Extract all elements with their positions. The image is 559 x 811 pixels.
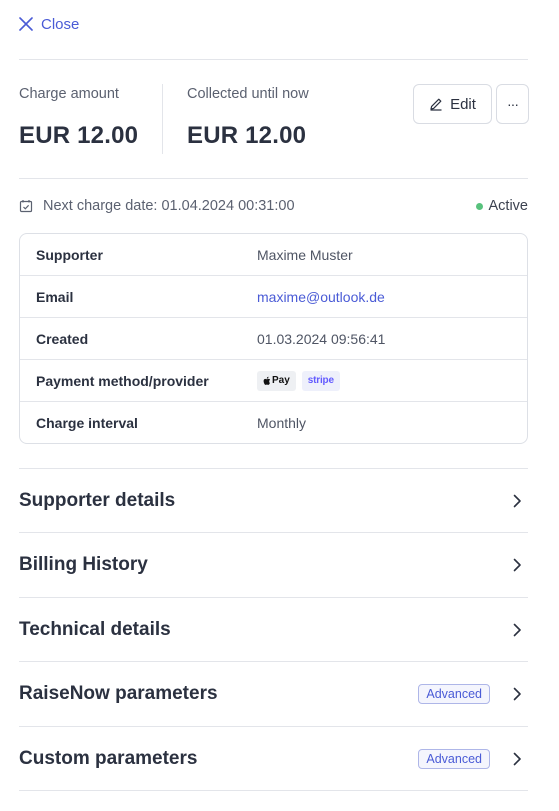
section-custom-parameters[interactable]: Custom parameters Advanced	[19, 727, 528, 791]
collected-label: Collected until now	[187, 86, 309, 102]
apple-pay-icon: Pay	[257, 370, 296, 391]
calendar-check-icon	[19, 200, 33, 213]
section-technical-details[interactable]: Technical details	[19, 598, 528, 662]
collected-value: EUR 12.00	[187, 122, 307, 149]
stripe-label: stripe	[307, 375, 334, 386]
section-title: Billing History	[19, 554, 148, 575]
apple-logo-icon	[263, 376, 271, 385]
stripe-icon: stripe	[301, 370, 340, 391]
chevron-right-icon	[513, 752, 521, 766]
table-row: Payment method/provider Pay stripe	[20, 360, 527, 402]
charge-amount-block: Charge amount EUR 12.00	[19, 86, 138, 150]
row-key: Email	[36, 288, 74, 305]
edit-label: Edit	[450, 95, 476, 113]
row-key: Payment method/provider	[36, 372, 209, 389]
collected-block: Collected until now EUR 12.00	[187, 86, 309, 150]
charge-interval-value: Monthly	[257, 415, 307, 431]
chevron-right-icon	[513, 687, 521, 701]
section-title: Technical details	[19, 619, 171, 640]
divider	[19, 178, 528, 179]
table-row: Created 01.03.2024 09:56:41	[20, 318, 527, 360]
pencil-icon	[430, 98, 442, 111]
row-key: Charge interval	[36, 415, 138, 431]
more-icon: ···	[507, 96, 519, 112]
status-dot-icon	[475, 202, 483, 210]
more-options-button[interactable]: ···	[496, 84, 529, 124]
table-row: Supporter Maxime Muster	[20, 234, 527, 276]
charge-amount-label: Charge amount	[19, 86, 119, 102]
close-button[interactable]: Close	[19, 14, 79, 34]
section-raisenow-parameters[interactable]: RaiseNow parameters Advanced	[19, 662, 528, 726]
divider	[19, 59, 528, 60]
divider	[19, 790, 528, 791]
supporter-name: Maxime Muster	[257, 246, 353, 263]
section-billing-history[interactable]: Billing History	[19, 533, 528, 597]
section-title: RaiseNow parameters	[19, 683, 218, 704]
next-charge-text: Next charge date: 01.04.2024 00:31:00	[43, 198, 295, 214]
section-title: Supporter details	[19, 490, 176, 511]
close-label: Close	[41, 15, 80, 33]
payment-method-icons: Pay stripe	[257, 370, 340, 391]
status-badge: Active	[475, 198, 529, 214]
advanced-badge: Advanced	[418, 749, 490, 769]
row-key: Created	[36, 330, 89, 347]
row-key: Supporter	[36, 246, 103, 263]
email-link[interactable]: maxime@outlook.de	[257, 289, 385, 305]
table-row: Email maxime@outlook.de	[20, 276, 527, 318]
summary-separator	[162, 84, 163, 154]
table-row: Charge interval Monthly	[20, 402, 527, 443]
chevron-right-icon	[513, 494, 521, 508]
next-charge-row: Next charge date: 01.04.2024 00:31:00	[19, 198, 295, 214]
apple-pay-label: Pay	[272, 375, 290, 386]
close-icon	[19, 17, 33, 31]
chevron-right-icon	[513, 558, 521, 572]
edit-button[interactable]: Edit	[413, 84, 492, 124]
section-supporter-details[interactable]: Supporter details	[19, 469, 528, 533]
status-label: Active	[488, 198, 529, 214]
advanced-badge: Advanced	[418, 684, 490, 704]
chevron-right-icon	[513, 623, 521, 637]
charge-amount-value: EUR 12.00	[19, 122, 139, 149]
created-date: 01.03.2024 09:56:41	[257, 330, 386, 347]
section-title: Custom parameters	[19, 748, 198, 769]
details-table: Supporter Maxime Muster Email maxime@out…	[19, 233, 528, 444]
